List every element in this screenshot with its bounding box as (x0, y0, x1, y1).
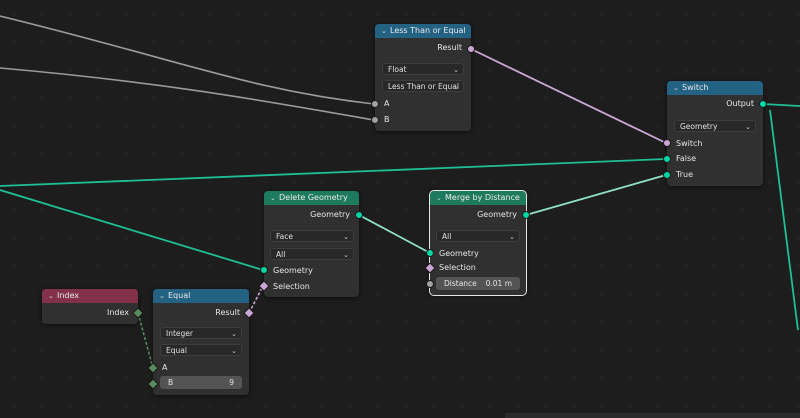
chevron-down-icon: ⌄ (343, 233, 349, 241)
domain-dropdown[interactable]: Face ⌄ (270, 230, 354, 242)
output-socket[interactable] (759, 100, 767, 108)
link-merge-to-true (525, 174, 667, 216)
data-type-dropdown[interactable]: Integer ⌄ (160, 327, 242, 339)
distance-value: 0.01 m (485, 279, 512, 288)
chevron-down-icon: ⌄ (231, 330, 237, 338)
link-float-to-a (0, 15, 375, 105)
input-type-dropdown[interactable]: Geometry ⌄ (674, 120, 756, 132)
distance-label: Distance (444, 279, 477, 288)
chevron-down-icon: ⌄ (343, 251, 349, 259)
input-b-socket[interactable] (371, 116, 379, 124)
input-selection-label: Selection (439, 263, 476, 272)
node-title: Less Than or Equal (390, 26, 466, 35)
node-delete-geometry[interactable]: ⌄ Delete Geometry Geometry Face ⌄ All ⌄ Geo… (264, 191, 359, 297)
false-socket[interactable] (663, 155, 671, 163)
input-b-label: B (168, 378, 174, 387)
mode-dropdown[interactable]: All ⌄ (270, 248, 354, 260)
link-index-to-a (137, 312, 154, 369)
input-b-value: 9 (229, 378, 234, 387)
output-label: Geometry (310, 210, 350, 219)
chevron-down-icon[interactable]: ⌄ (270, 191, 279, 205)
input-a-socket[interactable] (371, 100, 379, 108)
chevron-down-icon[interactable]: ⌄ (48, 289, 57, 303)
chevron-down-icon[interactable]: ⌄ (673, 81, 682, 95)
input-switch-label: Switch (676, 139, 703, 148)
node-index[interactable]: ⌄ Index Index (42, 289, 138, 324)
distance-socket[interactable] (426, 280, 434, 288)
input-a-label: A (384, 99, 390, 108)
node-less-than-or-equal[interactable]: ⌄ Less Than or Equal Result Float ⌄ Less T… (375, 24, 471, 131)
node-header[interactable]: ⌄ Delete Geometry (264, 191, 359, 205)
output-socket[interactable] (522, 211, 530, 219)
chevron-down-icon: ⌄ (453, 83, 459, 91)
node-title: Equal (168, 291, 191, 300)
node-header[interactable]: ⌄ Equal (153, 289, 249, 303)
link-output-right (762, 103, 800, 107)
node-equal[interactable]: ⌄ Equal Result Integer ⌄ Equal ⌄ A B 9 (153, 289, 249, 395)
data-type-dropdown[interactable]: Float ⌄ (382, 63, 464, 75)
chevron-down-icon[interactable]: ⌄ (381, 24, 390, 38)
true-socket[interactable] (663, 171, 671, 179)
link-float-to-b (0, 67, 375, 121)
output-label: Index (106, 308, 129, 317)
distance-field[interactable]: Distance 0.01 m (436, 277, 520, 290)
operation-dropdown[interactable]: Less Than or Equal ⌄ (382, 80, 464, 92)
node-header[interactable]: ⌄ Merge by Distance (430, 191, 526, 205)
node-switch[interactable]: ⌄ Switch Output Geometry ⌄ Switch False Tr… (667, 81, 763, 186)
link-delete-to-merge (358, 214, 431, 254)
dropdown-value: All (276, 250, 286, 259)
dropdown-value: Geometry (680, 122, 718, 131)
dropdown-value: Integer (166, 329, 193, 338)
node-merge-by-distance[interactable]: ⌄ Merge by Distance Geometry All ⌄ Geometr… (429, 190, 527, 296)
node-title: Merge by Distance (445, 193, 520, 202)
chevron-down-icon: ⌄ (453, 66, 459, 74)
node-title: Delete Geometry (279, 193, 348, 202)
operation-dropdown[interactable]: Equal ⌄ (160, 344, 242, 356)
node-title: Index (57, 291, 80, 300)
input-b-field[interactable]: B 9 (160, 376, 242, 389)
geometry-socket[interactable] (426, 249, 434, 257)
link-result-to-switch (470, 48, 667, 144)
mode-dropdown[interactable]: All ⌄ (436, 230, 520, 242)
dropdown-value: Float (388, 65, 407, 74)
input-geometry-label: Geometry (439, 249, 479, 258)
link-geometry-to-delete (0, 189, 264, 271)
dropdown-value: Less Than or Equal (388, 82, 459, 91)
node-header[interactable]: ⌄ Less Than or Equal (375, 24, 471, 38)
dropdown-value: Face (276, 232, 293, 241)
node-header[interactable]: ⌄ Switch (667, 81, 763, 95)
chevron-down-icon: ⌄ (231, 347, 237, 355)
editor-bottom-edge (505, 413, 800, 418)
output-socket[interactable] (355, 211, 363, 219)
output-label: Result (215, 308, 240, 317)
chevron-down-icon[interactable]: ⌄ (436, 191, 445, 205)
input-a-label: A (162, 363, 168, 372)
input-selection-label: Selection (273, 282, 310, 291)
input-geometry-label: Geometry (273, 266, 313, 275)
dropdown-value: All (442, 232, 452, 241)
input-false-label: False (676, 154, 697, 163)
input-b-label: B (384, 115, 390, 124)
switch-socket[interactable] (663, 139, 671, 147)
output-label: Result (437, 43, 462, 52)
node-header[interactable]: ⌄ Index (42, 289, 138, 303)
input-true-label: True (676, 170, 693, 179)
output-label: Geometry (477, 210, 517, 219)
result-socket[interactable] (467, 45, 475, 53)
chevron-down-icon: ⌄ (745, 123, 751, 131)
chevron-down-icon: ⌄ (509, 233, 515, 241)
node-title: Switch (682, 83, 709, 92)
geometry-socket[interactable] (260, 266, 268, 274)
chevron-down-icon[interactable]: ⌄ (159, 289, 168, 303)
link-geometry-to-false (0, 158, 667, 187)
output-label: Output (726, 99, 754, 108)
dropdown-value: Equal (166, 346, 187, 355)
link-output-down (769, 109, 799, 331)
